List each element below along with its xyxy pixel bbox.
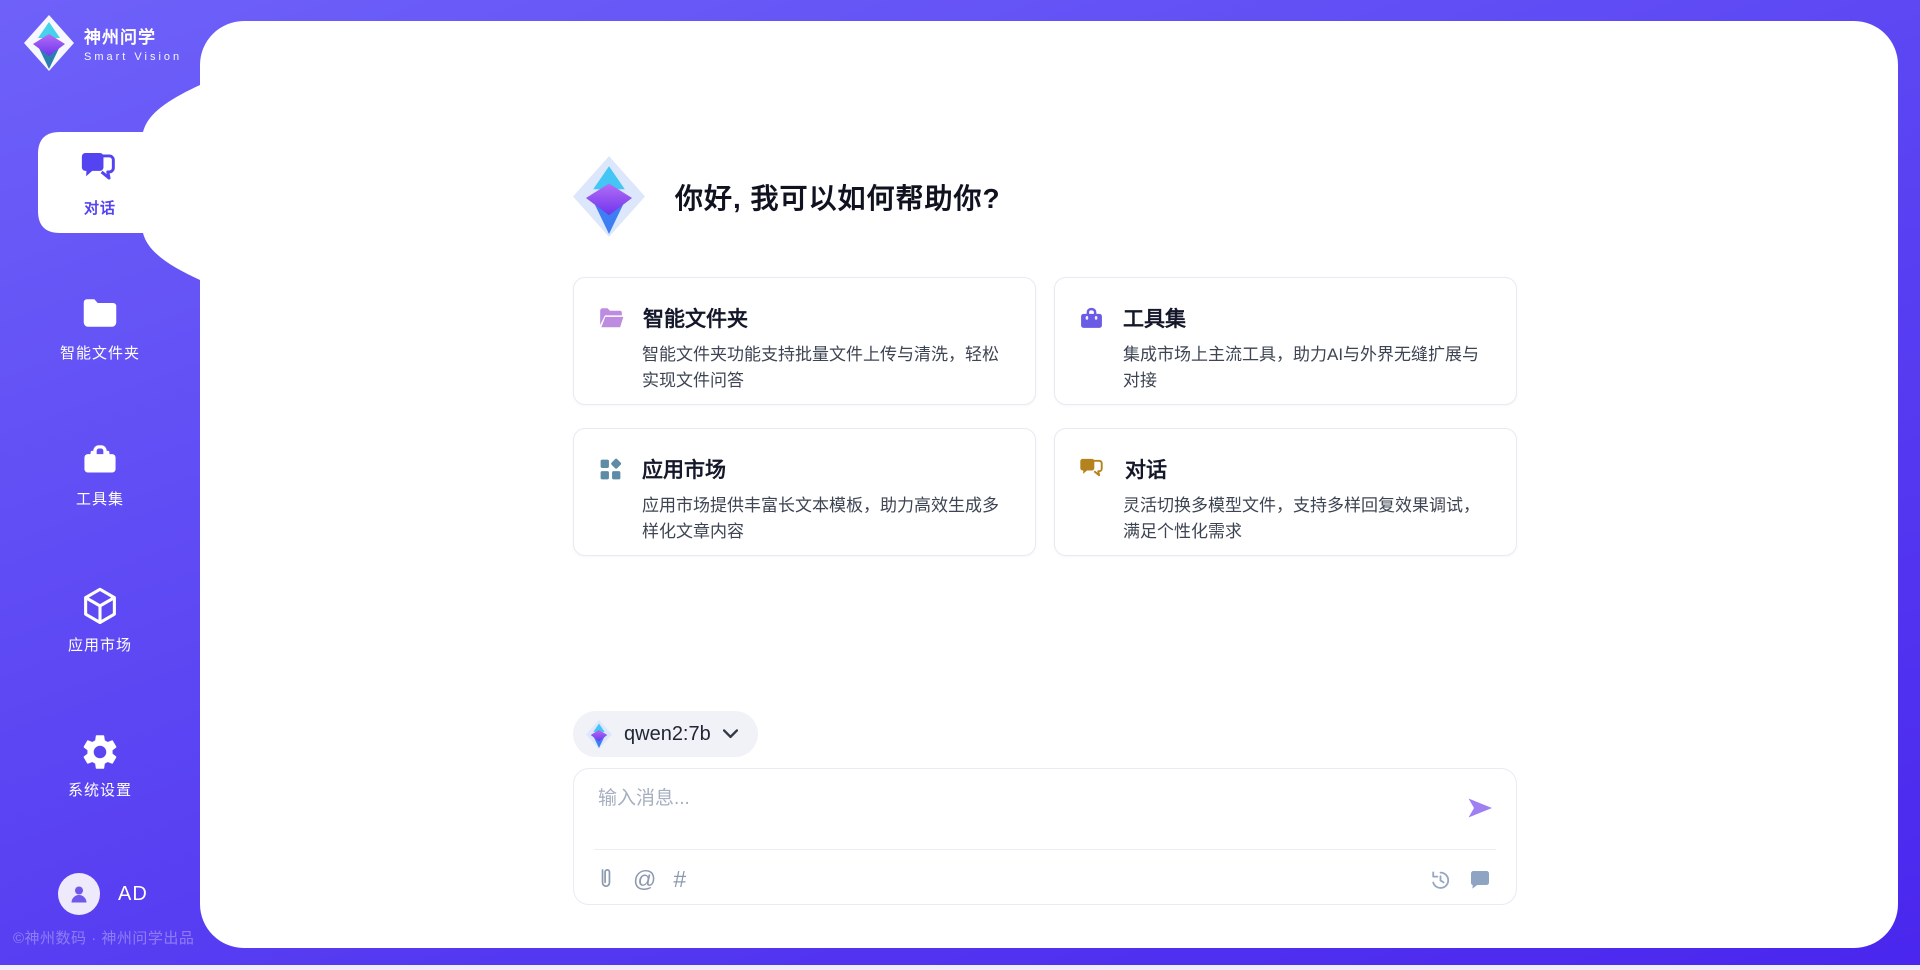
card-app-market[interactable]: 应用市场 应用市场提供丰富长文本模板，助力高效生成多样化文章内容 [573,428,1036,556]
sidebar-item-market[interactable] [0,586,200,628]
composer-actions [1429,868,1492,891]
card-toolset[interactable]: 工具集 集成市场上主流工具，助力AI与外界无缝扩展与对接 [1054,277,1517,405]
brand-subtitle: Smart Vision [84,51,182,63]
briefcase-icon [1079,306,1104,330]
composer-tools: @ # [596,866,686,893]
sidebar-item-folders-label[interactable]: 智能文件夹 [0,342,200,363]
send-arrow-icon [1466,794,1494,822]
card-chat[interactable]: 对话 灵活切换多模型文件，支持多样回复效果调试，满足个性化需求 [1054,428,1517,556]
card-smart-folder[interactable]: 智能文件夹 智能文件夹功能支持批量文件上传与清洗，轻松实现文件问答 [573,277,1036,405]
card-title: 工具集 [1123,303,1186,333]
card-desc: 灵活切换多模型文件，支持多样回复效果调试，满足个性化需求 [1123,493,1490,544]
history-icon [1429,868,1452,891]
sidebar-item-tools-label[interactable]: 工具集 [0,488,200,509]
chevron-down-icon [723,729,738,739]
feature-cards: 智能文件夹 智能文件夹功能支持批量文件上传与清洗，轻松实现文件问答 工具集 集成… [573,277,1517,556]
sidebar-item-settings[interactable] [0,731,200,773]
model-selector[interactable]: qwen2:7b [573,711,758,757]
chat-bubbles-icon [1079,457,1106,481]
at-sign-icon[interactable]: @ [633,868,656,891]
card-title: 智能文件夹 [643,303,748,333]
message-input[interactable] [598,783,1418,841]
hash-icon[interactable]: # [673,868,686,891]
user-name: AD [118,883,148,906]
chat-bubble-button[interactable] [1468,869,1492,891]
chat-bubbles-icon [80,150,120,188]
paperclip-icon [596,866,616,893]
model-gem-icon [586,720,612,749]
greeting-gem-icon [573,156,645,237]
card-title: 对话 [1125,454,1167,484]
cube-icon [80,586,120,628]
folder-icon [80,296,120,330]
sidebar-item-settings-label[interactable]: 系统设置 [0,779,200,800]
brand-gem-icon [24,15,74,71]
chat-bubble-icon [1468,869,1492,891]
card-desc: 智能文件夹功能支持批量文件上传与清洗，轻松实现文件问答 [642,342,1009,393]
toolbox-icon [80,440,120,476]
card-title: 应用市场 [642,454,726,484]
gear-icon [79,731,121,773]
app-grid-icon [598,457,623,482]
composer-divider [594,849,1496,850]
composer: @ # [573,768,1517,905]
sidebar-item-folders[interactable] [0,296,200,330]
send-button[interactable] [1466,794,1494,822]
sidebar-item-market-label[interactable]: 应用市场 [0,634,200,655]
user-profile[interactable]: AD [58,873,148,915]
app-root: 神州问学 Smart Vision 对话 智能文件夹 工具集 [0,0,1920,970]
sidebar-item-chat[interactable] [0,150,200,188]
attach-button[interactable] [596,866,616,893]
history-button[interactable] [1429,868,1452,891]
brand-name: 神州问学 [84,23,182,48]
greeting: 你好, 我可以如何帮助你? [573,156,1001,237]
folder-open-icon [598,306,624,330]
sidebar-footer: ©神州数码 · 神州问学出品 [13,927,213,948]
avatar [58,873,100,915]
sidebar-item-tools[interactable] [0,440,200,476]
sidebar-item-chat-label[interactable]: 对话 [0,197,200,218]
model-name: qwen2:7b [624,723,711,746]
brand: 神州问学 Smart Vision [24,15,182,71]
greeting-title: 你好, 我可以如何帮助你? [675,177,1001,217]
page-scrollbar-track[interactable] [0,965,1920,970]
card-desc: 应用市场提供丰富长文本模板，助力高效生成多样化文章内容 [642,493,1009,544]
card-desc: 集成市场上主流工具，助力AI与外界无缝扩展与对接 [1123,342,1490,393]
person-icon [67,882,91,906]
